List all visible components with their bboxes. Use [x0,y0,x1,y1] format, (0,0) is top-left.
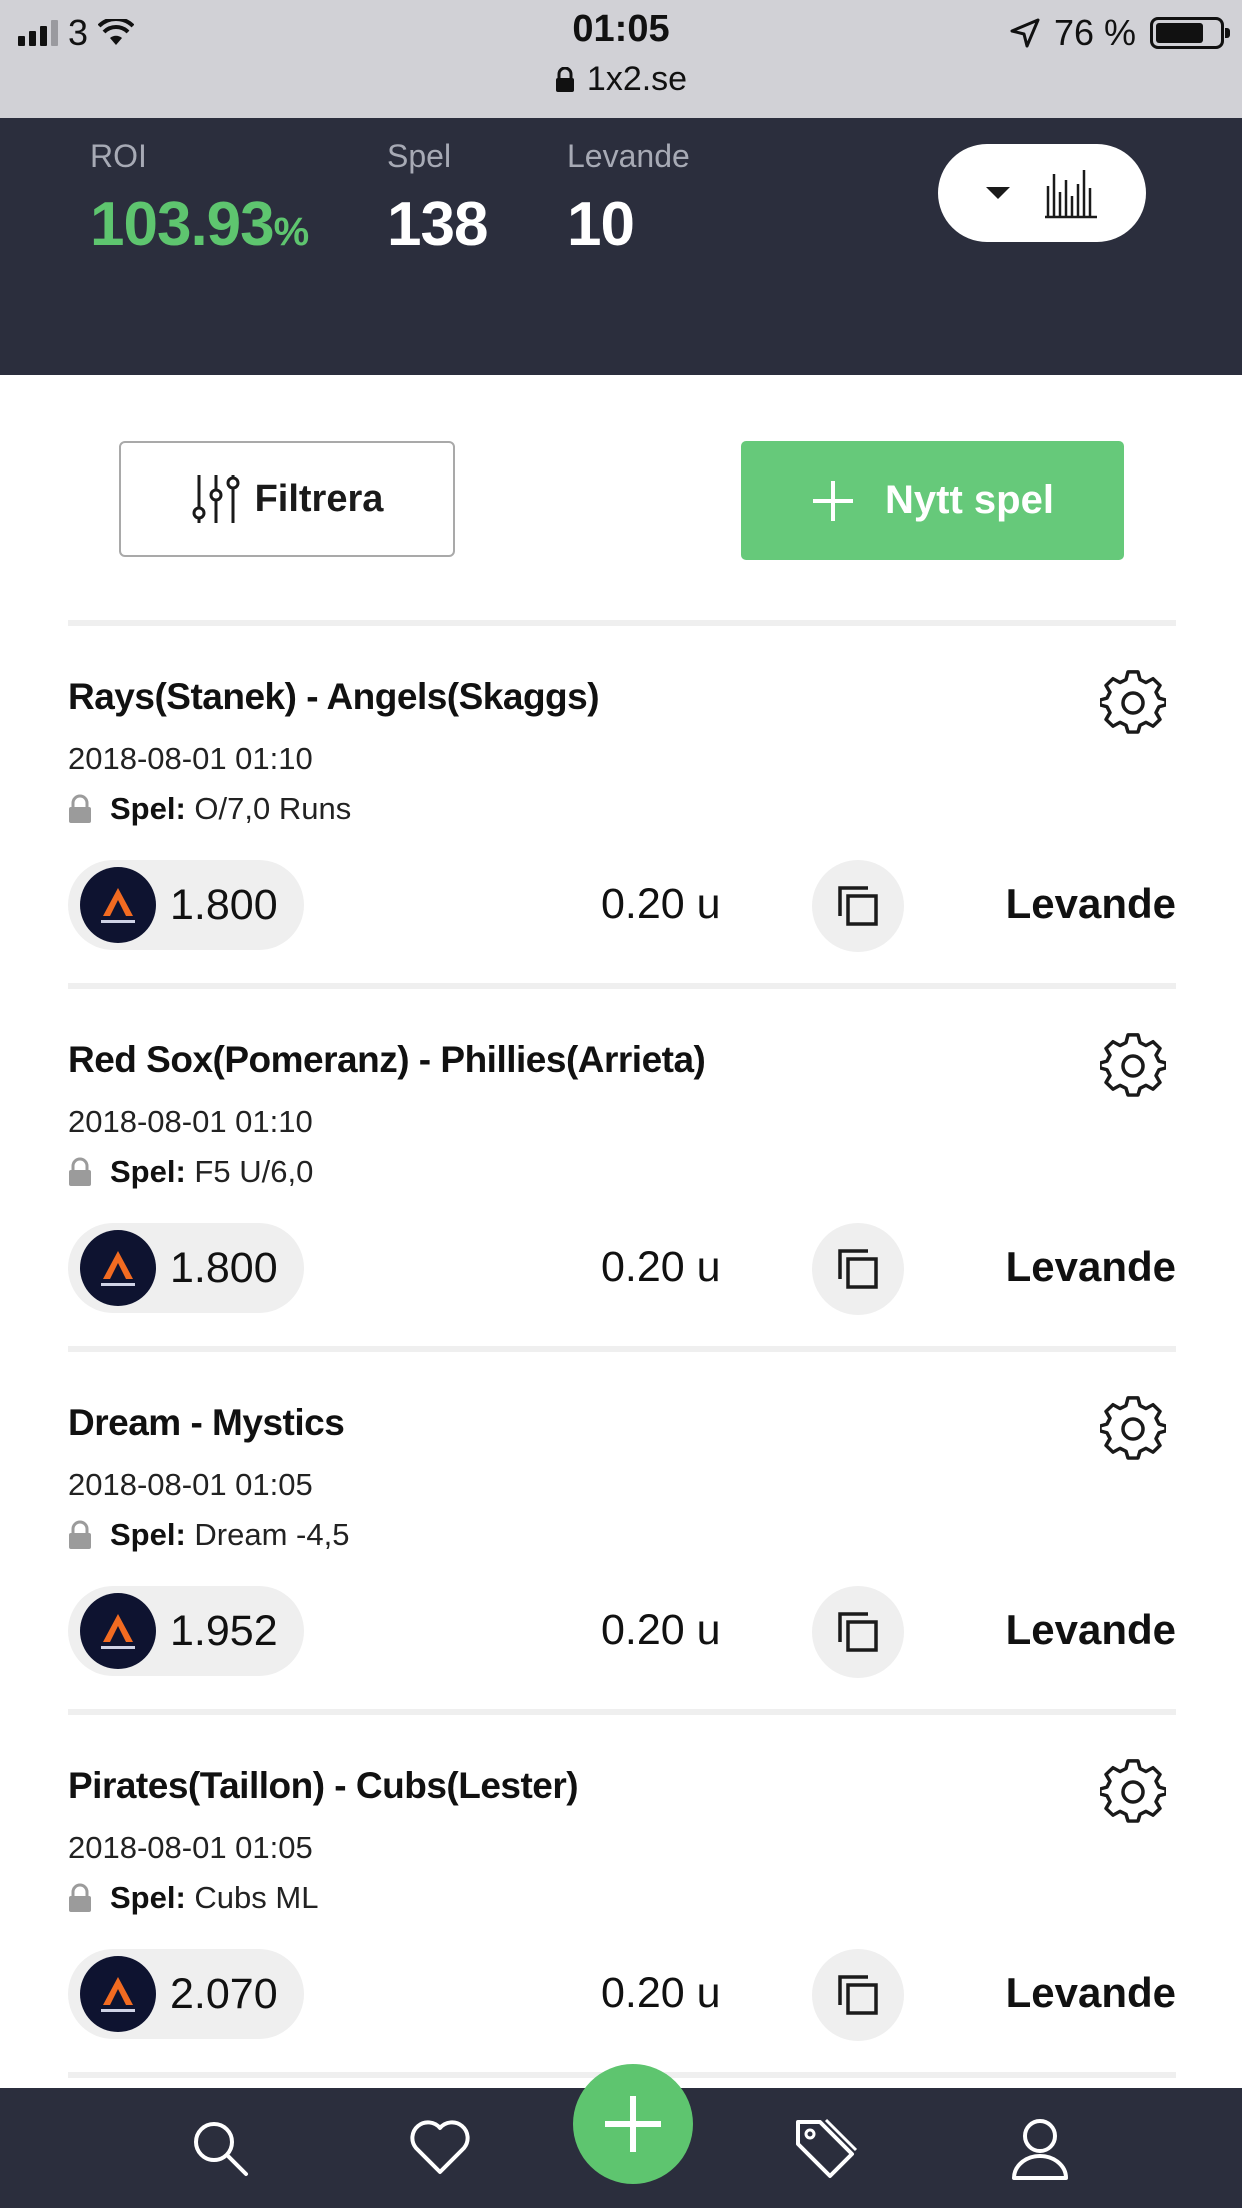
odds-value: 1.952 [170,1606,278,1655]
gear-icon[interactable] [1100,1759,1166,1825]
bar-chart-icon [1045,170,1097,219]
status-badge: Levande [1005,1243,1176,1290]
heart-icon[interactable] [408,2116,472,2178]
odds-pill[interactable]: 1.800 [68,860,304,950]
bet-card[interactable]: Rays(Stanek) - Angels(Skaggs) 2018-08-01… [68,620,1176,983]
odds-pill[interactable]: 1.800 [68,1223,304,1313]
bet-pick: Spel: F5 U/6,0 [68,1154,313,1190]
filter-label: Filtrera [254,477,384,520]
bet-pick: Spel: Cubs ML [68,1880,318,1916]
plus-icon [813,480,854,521]
live-stat: Levande 10 [567,138,690,260]
url-text: 1x2.se [586,60,688,98]
bets-value: 138 [387,190,488,259]
copy-button[interactable] [812,1586,904,1678]
device-status: 76 % [1010,12,1230,54]
bookmaker-logo [80,867,156,943]
chart-toggle-button[interactable] [938,144,1146,242]
bet-card[interactable]: Red Sox(Pomeranz) - Phillies(Arrieta) 20… [68,983,1176,1346]
bet-title: Red Sox(Pomeranz) - Phillies(Arrieta) [68,1039,706,1080]
stake-value: 0.20 u [601,880,721,928]
roi-value: 103.93% [90,190,310,259]
bets-label: Spel [387,138,452,174]
bet-date: 2018-08-01 01:05 [68,1830,313,1865]
odds-pill[interactable]: 2.070 [68,1949,304,2039]
address-bar[interactable]: 1x2.se [0,60,1242,99]
add-bet-fab[interactable] [573,2064,693,2184]
bet-title: Pirates(Taillon) - Cubs(Lester) [68,1765,579,1806]
lock-icon [68,1883,92,1913]
gear-icon[interactable] [1100,1396,1166,1462]
lock-icon [68,1520,92,1550]
status-badge: Levande [1005,880,1176,927]
search-icon[interactable] [188,2116,250,2178]
copy-icon [836,1247,880,1291]
bookmaker-logo [80,1230,156,1306]
bet-title: Dream - Mystics [68,1402,345,1443]
stats-header: ROI 103.93% Spel 138 Levande 10 [0,118,1242,375]
copy-icon [836,1610,880,1654]
copy-button[interactable] [812,1949,904,2041]
pick-value: Cubs ML [194,1880,319,1915]
status-badge: Levande [1005,1969,1176,2016]
lock-icon [68,1157,92,1187]
pick-value: O/7,0 Runs [194,791,352,826]
bet-pick: Spel: Dream -4,5 [68,1517,349,1553]
roi-label: ROI [90,138,147,174]
plus-icon [605,2096,661,2152]
pick-value: F5 U/6,0 [194,1154,314,1189]
roi-unit: % [273,210,310,254]
filter-button[interactable]: Filtrera [119,441,455,557]
pick-label: Spel: [110,1154,186,1189]
live-label: Levande [567,138,690,174]
bookmaker-logo [80,1593,156,1669]
new-bet-button[interactable]: Nytt spel [741,441,1124,560]
battery-icon [1150,17,1230,49]
tag-icon[interactable] [792,2116,858,2182]
stake-value: 0.20 u [601,1969,721,2017]
chevron-down-icon [986,187,1010,199]
odds-value: 1.800 [170,1243,278,1292]
status-badge: Levande [1005,1606,1176,1653]
bet-card[interactable]: Dream - Mystics 2018-08-01 01:05 Spel: D… [68,1346,1176,1709]
new-bet-label: Nytt spel [885,478,1054,522]
battery-percent: 76 % [1053,12,1136,53]
copy-icon [836,1973,880,2017]
location-arrow-icon [1010,18,1040,48]
bet-pick: Spel: O/7,0 Runs [68,791,351,827]
bookmaker-logo [80,1956,156,2032]
sliders-icon [192,475,240,523]
bet-date: 2018-08-01 01:10 [68,741,313,776]
bet-date: 2018-08-01 01:10 [68,1104,313,1139]
pick-value: Dream -4,5 [194,1517,350,1552]
odds-pill[interactable]: 1.952 [68,1586,304,1676]
gear-icon[interactable] [1100,670,1166,736]
live-value: 10 [567,190,635,259]
lock-icon [555,66,574,92]
copy-button[interactable] [812,860,904,952]
odds-value: 1.800 [170,880,278,929]
lock-icon [68,794,92,824]
stake-value: 0.20 u [601,1243,721,1291]
gear-icon[interactable] [1100,1033,1166,1099]
odds-value: 2.070 [170,1969,278,2018]
copy-icon [836,884,880,928]
copy-button[interactable] [812,1223,904,1315]
pick-label: Spel: [110,791,186,826]
roi-stat: ROI 103.93% [90,138,310,260]
pick-label: Spel: [110,1880,186,1915]
pick-label: Spel: [110,1517,186,1552]
status-bar: 3 01:05 1x2.se 76 % [0,0,1242,118]
stake-value: 0.20 u [601,1606,721,1654]
bet-card[interactable]: Pirates(Taillon) - Cubs(Lester) 2018-08-… [68,1709,1176,2072]
bets-stat: Spel 138 [387,138,488,260]
bet-title: Rays(Stanek) - Angels(Skaggs) [68,676,600,717]
user-icon[interactable] [1010,2116,1070,2182]
bet-date: 2018-08-01 01:05 [68,1467,313,1502]
